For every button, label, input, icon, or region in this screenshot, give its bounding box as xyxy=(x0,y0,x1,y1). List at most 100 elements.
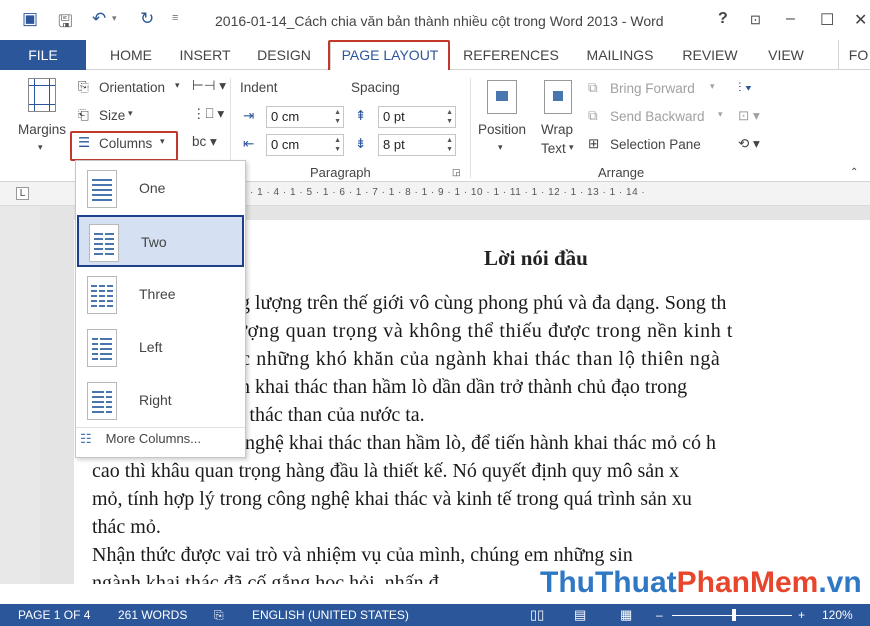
size-button[interactable]: Size xyxy=(99,108,125,123)
tab-mailings[interactable]: MAILINGS xyxy=(578,40,662,70)
position-dropdown-icon[interactable]: ▾ xyxy=(498,142,503,153)
send-backward-icon: ⧉ xyxy=(588,108,598,123)
web-layout-icon[interactable]: ▦ xyxy=(620,607,632,623)
document-line: lượng quan trọng và không thể thiếu được… xyxy=(230,320,734,342)
columns-option-label: One xyxy=(139,180,166,196)
wrap-text-icon[interactable] xyxy=(544,80,572,114)
tab-file[interactable]: FILE xyxy=(0,40,86,70)
group-separator xyxy=(470,78,471,178)
indent-right-spinner-icon[interactable]: ▲ ▼ xyxy=(334,136,341,154)
tab-format[interactable]: FO xyxy=(838,40,870,70)
hyphenation-icon[interactable]: bc ▾ xyxy=(192,134,217,150)
spacing-label: Spacing xyxy=(351,80,400,95)
orientation-dropdown-icon[interactable]: ▾ xyxy=(175,80,180,91)
bring-forward-dropdown-icon[interactable]: ▾ xyxy=(710,81,715,92)
spacing-before-input[interactable]: 0 pt ▲ ▼ xyxy=(378,106,456,128)
print-layout-icon[interactable]: ▤ xyxy=(574,607,586,623)
close-button[interactable]: ✕ xyxy=(854,10,867,30)
columns-option-label: Left xyxy=(139,339,163,355)
save-icon[interactable]: 🖫 xyxy=(58,9,72,38)
wrap-text-button[interactable]: Wrap xyxy=(541,122,573,137)
rotate-icon[interactable]: ⟲ ▾ xyxy=(738,136,760,152)
group-objects-icon[interactable]: ⊡ ▾ xyxy=(738,108,760,124)
more-columns-item[interactable]: ☷ More Columns... xyxy=(80,431,201,447)
minimize-button[interactable]: – xyxy=(786,10,795,28)
highlight-page-layout xyxy=(328,40,450,72)
more-columns-label: More Columns... xyxy=(105,431,202,446)
document-line: ớc những khó khăn của ngành khai thác th… xyxy=(230,348,721,370)
indent-left-spinner-icon[interactable]: ▲ ▼ xyxy=(334,108,341,126)
tab-view[interactable]: VIEW xyxy=(758,40,814,70)
selection-pane-button[interactable]: Selection Pane xyxy=(610,137,701,152)
ruler-ticks: · 1 · 4 · 1 · 5 · 1 · 6 · 1 · 7 · 1 · 8 … xyxy=(250,187,646,198)
align-icon[interactable]: ⫶ ▾ xyxy=(738,80,752,96)
size-icon: ⎗ xyxy=(78,107,89,122)
tab-selector-icon[interactable]: L xyxy=(16,187,29,200)
word-count[interactable]: 261 WORDS xyxy=(118,608,187,622)
zoom-level[interactable]: 120% xyxy=(822,608,853,622)
columns-option-label: Right xyxy=(139,392,172,408)
title-bar: ▣ 🖫 ↶ ▾ ↻ ≡ 2016-01-14_Cách chia văn bản… xyxy=(0,0,870,40)
columns-menu: One Two Three Left Right ☷ More Columns..… xyxy=(75,160,246,458)
tab-references[interactable]: REFERENCES xyxy=(462,40,560,70)
position-icon[interactable] xyxy=(487,80,517,114)
language-indicator[interactable]: ENGLISH (UNITED STATES) xyxy=(252,608,409,622)
send-backward-dropdown-icon[interactable]: ▾ xyxy=(718,109,723,120)
margins-dropdown-icon[interactable]: ▾ xyxy=(38,142,43,153)
paragraph-dialog-launcher-icon[interactable]: ◲ xyxy=(452,167,461,178)
document-line: thác mỏ. xyxy=(92,516,161,538)
proofing-icon[interactable]: ⎘ xyxy=(214,608,224,623)
indent-left-icon: ⇥ xyxy=(243,108,255,123)
tab-review[interactable]: REVIEW xyxy=(676,40,744,70)
customize-qat-icon[interactable]: ≡ xyxy=(172,12,178,24)
left-column-icon xyxy=(87,329,117,367)
indent-right-input[interactable]: 0 cm ▲ ▼ xyxy=(266,134,344,156)
tab-home[interactable]: HOME xyxy=(92,40,170,70)
three-columns-icon xyxy=(87,276,117,314)
collapse-ribbon-icon[interactable]: ⌃ xyxy=(850,167,858,178)
columns-option-left[interactable]: Left xyxy=(77,322,244,374)
columns-option-three[interactable]: Three xyxy=(77,269,244,321)
help-button[interactable]: ? xyxy=(718,10,728,28)
page-count[interactable]: PAGE 1 OF 4 xyxy=(18,608,90,622)
columns-option-one[interactable]: One xyxy=(77,163,244,215)
spacing-after-input[interactable]: 8 pt ▲ ▼ xyxy=(378,134,456,156)
zoom-in-button[interactable]: + xyxy=(798,608,805,622)
orientation-button[interactable]: Orientation xyxy=(99,80,165,95)
orientation-icon: ⎘ xyxy=(78,79,89,94)
document-heading: Lời nói đầu xyxy=(484,246,588,270)
menu-divider xyxy=(76,427,245,428)
right-column-icon xyxy=(87,382,117,420)
document-line: g nghệ khai thác than hầm lò, để tiến hà… xyxy=(230,432,716,454)
spacing-before-icon: ⇞ xyxy=(355,108,367,123)
send-backward-button[interactable]: Send Backward xyxy=(610,109,705,124)
margins-button[interactable]: Margins xyxy=(18,122,66,137)
redo-icon[interactable]: ↻ xyxy=(140,9,154,29)
ribbon-display-icon[interactable]: ⊡ xyxy=(750,12,761,28)
document-line: Nhận thức được vai trò và nhiệm vụ của m… xyxy=(92,544,633,566)
bring-forward-button[interactable]: Bring Forward xyxy=(610,81,695,96)
maximize-button[interactable]: ☐ xyxy=(820,10,834,30)
spacing-before-spinner-icon[interactable]: ▲ ▼ xyxy=(446,108,453,126)
spacing-after-icon: ⇟ xyxy=(355,136,367,151)
columns-option-two[interactable]: Two xyxy=(77,215,244,267)
paragraph-group-label: Paragraph xyxy=(310,165,371,180)
spacing-after-spinner-icon[interactable]: ▲ ▼ xyxy=(446,136,453,154)
zoom-out-button[interactable]: – xyxy=(656,608,663,622)
line-numbers-icon[interactable]: ⋮⎕ ▾ xyxy=(192,106,224,122)
selection-pane-icon: ⊞ xyxy=(588,136,600,151)
tab-design[interactable]: DESIGN xyxy=(248,40,320,70)
window-title: 2016-01-14_Cách chia văn bản thành nhiều… xyxy=(215,13,664,29)
undo-dropdown-icon[interactable]: ▾ xyxy=(112,13,117,24)
zoom-slider-thumb[interactable] xyxy=(732,609,736,621)
undo-icon[interactable]: ↶ xyxy=(92,9,106,29)
position-button[interactable]: Position xyxy=(478,122,526,137)
read-mode-icon[interactable]: ▯▯ xyxy=(530,607,544,623)
columns-option-right[interactable]: Right xyxy=(77,375,244,427)
indent-left-input[interactable]: 0 cm ▲ ▼ xyxy=(266,106,344,128)
size-dropdown-icon[interactable]: ▾ xyxy=(128,108,133,119)
wrap-text-dropdown-icon[interactable]: ▾ xyxy=(569,142,574,153)
margins-icon[interactable] xyxy=(28,78,56,112)
breaks-icon[interactable]: ⊢⊣ ▾ xyxy=(192,78,226,94)
tab-insert[interactable]: INSERT xyxy=(170,40,240,70)
